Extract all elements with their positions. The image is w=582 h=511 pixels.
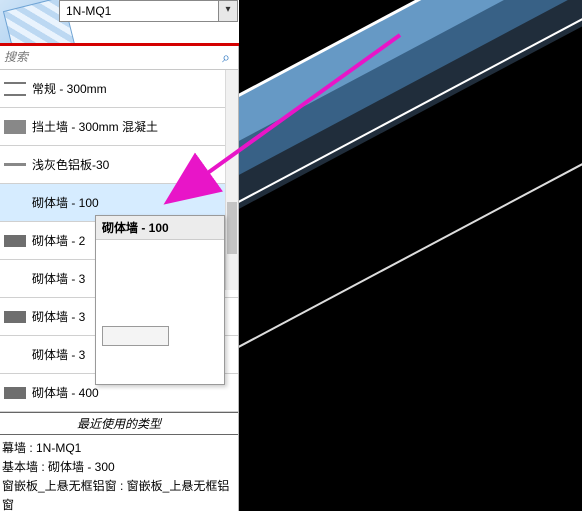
type-row[interactable]: 挡土墙 - 300mm 混凝土 bbox=[0, 108, 238, 146]
type-label: 挡土墙 - 300mm 混凝土 bbox=[32, 118, 158, 135]
search-icon[interactable]: ⌕ bbox=[218, 49, 234, 65]
type-selector-bar: 1N-MQ1 ▾ bbox=[0, 0, 239, 43]
type-label: 砌体墙 - 2 bbox=[32, 232, 85, 249]
swatch-icon bbox=[4, 387, 26, 399]
swatch-icon bbox=[4, 311, 26, 323]
type-label: 砌体墙 - 3 bbox=[32, 308, 85, 325]
recent-types-list: 幕墙 : 1N-MQ1 基本墙 : 砌体墙 - 300 窗嵌板_上悬无框铝窗 :… bbox=[0, 435, 238, 511]
swatch-icon bbox=[4, 163, 26, 166]
search-box[interactable]: ⌕ bbox=[0, 46, 238, 70]
swatch-icon bbox=[4, 235, 26, 247]
tooltip-title: 砌体墙 - 100 bbox=[96, 216, 224, 240]
scrollbar[interactable] bbox=[225, 70, 238, 290]
search-input[interactable] bbox=[0, 46, 238, 68]
recent-item[interactable]: 基本墙 : 砌体墙 - 300 bbox=[2, 458, 236, 477]
type-label: 砌体墙 - 100 bbox=[32, 194, 99, 211]
type-label: 砌体墙 - 400 bbox=[32, 384, 99, 401]
type-name-field[interactable]: 1N-MQ1 bbox=[59, 0, 219, 22]
scrollbar-thumb[interactable] bbox=[227, 202, 237, 254]
type-label: 砌体墙 - 3 bbox=[32, 346, 85, 363]
type-label: 常规 - 300mm bbox=[32, 80, 107, 97]
swatch-icon bbox=[4, 120, 26, 134]
recent-item[interactable]: 幕墙 : 1N-MQ1 bbox=[2, 439, 236, 458]
wall-type-icon bbox=[0, 0, 58, 43]
recent-item[interactable]: 窗嵌板_上悬无框铝窗 : 窗嵌板_上悬无框铝窗 bbox=[2, 477, 236, 511]
swatch-icon bbox=[4, 82, 26, 96]
type-label: 砌体墙 - 3 bbox=[32, 270, 85, 287]
recent-types-header: 最近使用的类型 bbox=[0, 412, 238, 435]
type-dropdown-button[interactable]: ▾ bbox=[219, 0, 238, 22]
type-label: 浅灰色铝板-30 bbox=[32, 156, 109, 173]
type-tooltip: 砌体墙 - 100 bbox=[95, 215, 225, 385]
type-row[interactable]: 浅灰色铝板-30 bbox=[0, 146, 238, 184]
type-row[interactable]: 常规 - 300mm bbox=[0, 70, 238, 108]
model-viewport[interactable] bbox=[239, 0, 582, 511]
tooltip-preview bbox=[102, 326, 169, 346]
